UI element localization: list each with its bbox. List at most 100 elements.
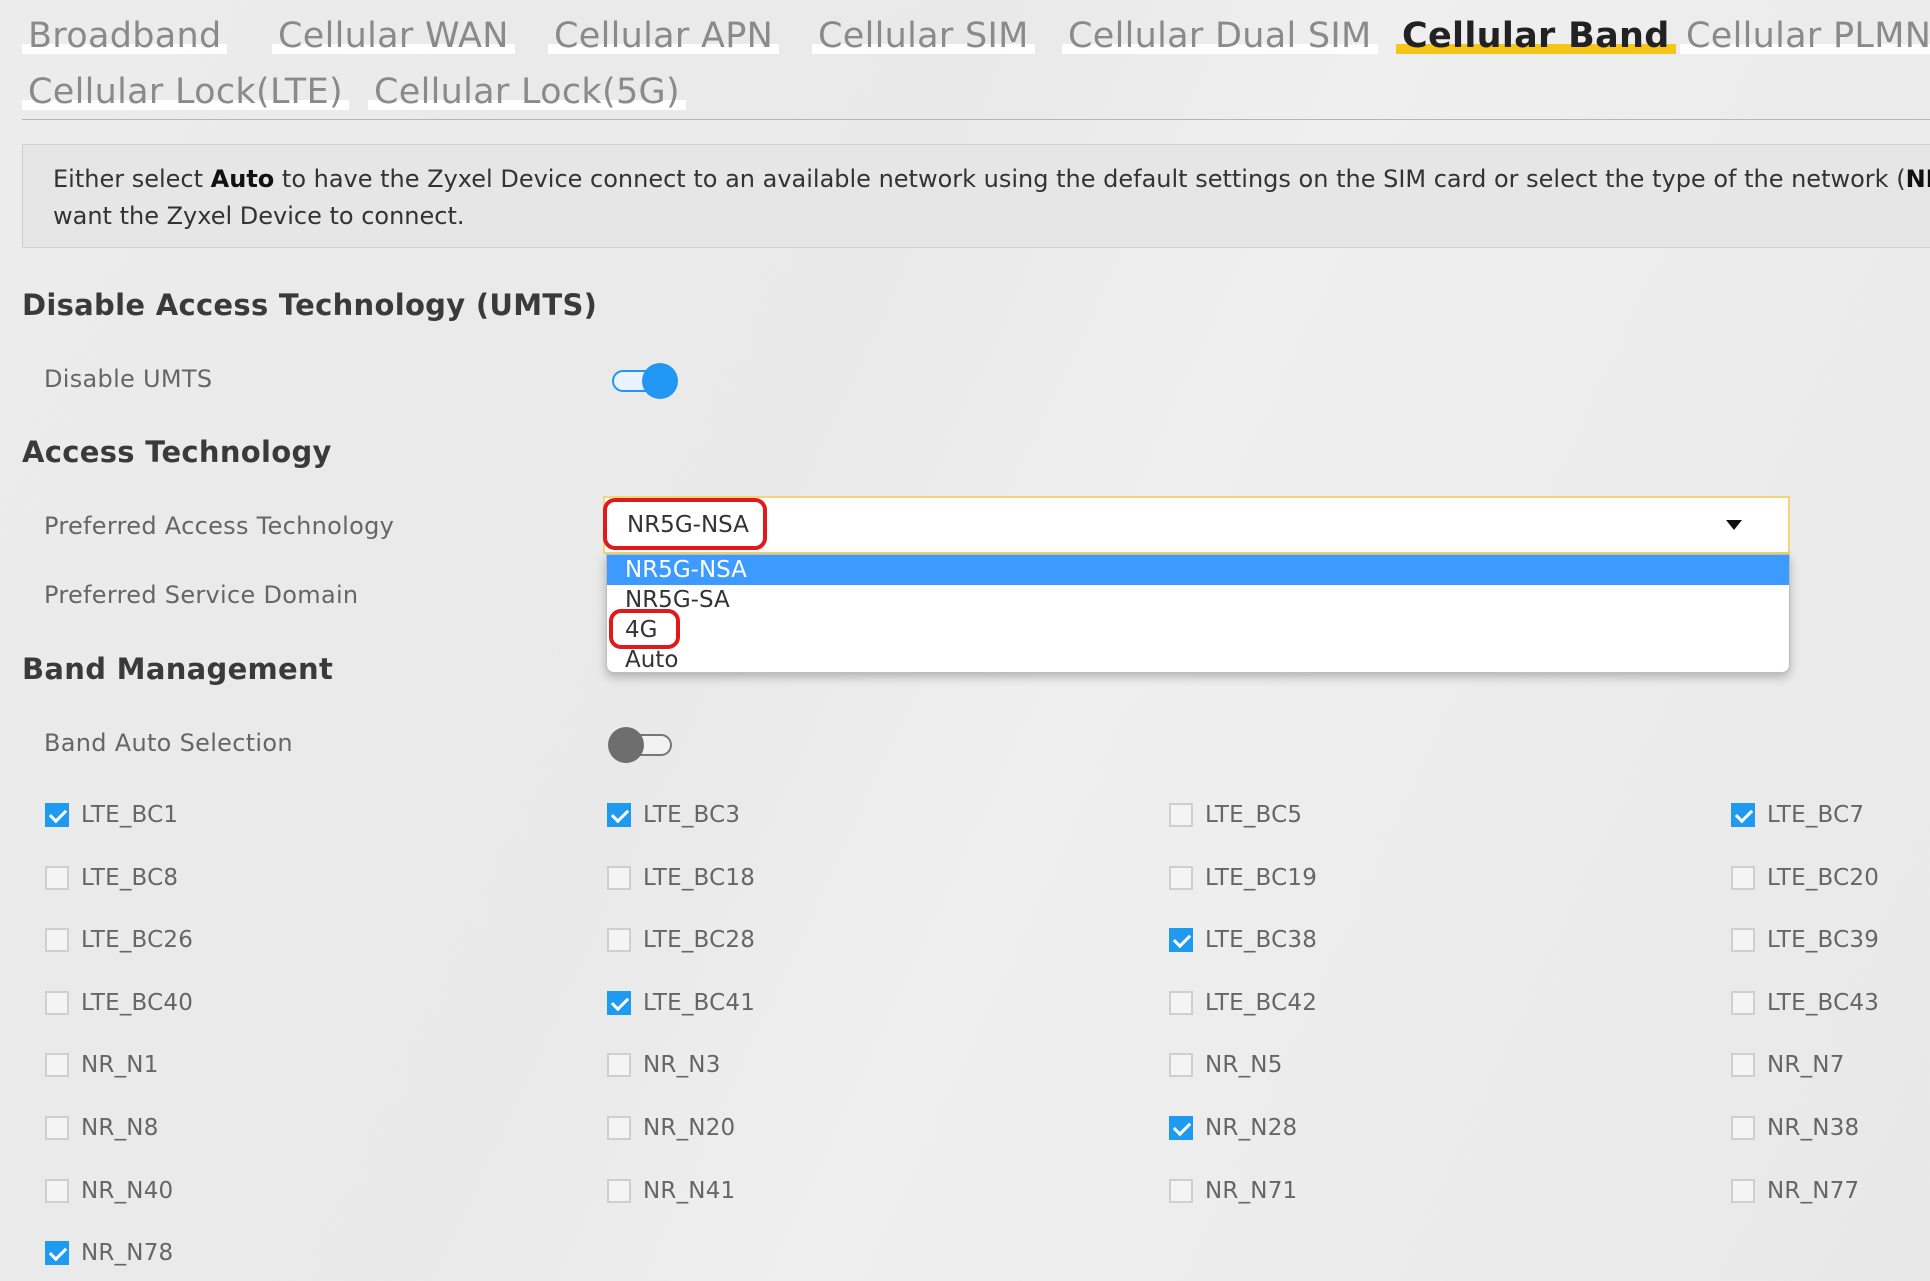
- checkbox-empty-icon[interactable]: [45, 865, 69, 890]
- checkbox-empty-icon[interactable]: [45, 990, 69, 1015]
- tab-cellular-band[interactable]: Cellular Band: [1396, 14, 1676, 58]
- tab-cellular-dual-sim[interactable]: Cellular Dual SIM: [1062, 14, 1378, 58]
- band-label: LTE_BC41: [643, 989, 756, 1016]
- option-nr5g-nsa[interactable]: NR5G-NSA: [607, 555, 1789, 585]
- band-label: NR_N3: [643, 1052, 721, 1079]
- checkbox-empty-icon[interactable]: [1731, 1116, 1755, 1140]
- tab-cellular-lock-5g[interactable]: Cellular Lock(5G): [368, 70, 686, 114]
- band-label: NR_N8: [81, 1115, 159, 1141]
- band-label: NR_N78: [81, 1240, 174, 1267]
- checkbox-empty-icon[interactable]: [1731, 1053, 1755, 1078]
- band-label: LTE_BC39: [1767, 927, 1880, 954]
- band-auto-selection-toggle[interactable]: [608, 727, 672, 763]
- tab-divider: [22, 119, 1930, 120]
- checkbox-empty-icon[interactable]: [45, 928, 69, 953]
- band-checkbox[interactable]: LTE_BC28: [607, 927, 755, 953]
- band-checkbox[interactable]: LTE_BC38: [1169, 927, 1317, 953]
- band-checkbox[interactable]: NR_N40: [45, 1178, 173, 1204]
- checkbox-empty-icon[interactable]: [1169, 803, 1193, 827]
- checkbox-checked-icon[interactable]: [45, 803, 69, 827]
- band-label: LTE_BC28: [643, 927, 756, 954]
- checkbox-empty-icon[interactable]: [45, 1178, 69, 1203]
- checkbox-checked-icon[interactable]: [1731, 803, 1755, 827]
- band-checkbox[interactable]: LTE_BC43: [1731, 990, 1879, 1016]
- band-label: NR_N20: [643, 1115, 736, 1141]
- band-checkbox[interactable]: NR_N7: [1731, 1052, 1845, 1078]
- annotation-highlight-selected: [603, 498, 767, 550]
- checkbox-empty-icon[interactable]: [607, 1178, 631, 1203]
- checkbox-empty-icon[interactable]: [607, 928, 631, 953]
- band-checkbox[interactable]: LTE_BC3: [607, 802, 740, 828]
- preferred-access-technology-label: Preferred Access Technology: [44, 512, 395, 540]
- band-label: NR_N41: [643, 1177, 736, 1204]
- band-auto-selection-label: Band Auto Selection: [44, 729, 293, 757]
- band-checkbox[interactable]: LTE_BC40: [45, 990, 193, 1016]
- checkbox-empty-icon[interactable]: [1731, 1178, 1755, 1203]
- checkbox-empty-icon[interactable]: [607, 1116, 631, 1140]
- checkbox-empty-icon[interactable]: [1169, 865, 1193, 890]
- band-checkbox[interactable]: NR_N20: [607, 1115, 735, 1141]
- tab-cellular-apn[interactable]: Cellular APN: [548, 14, 780, 58]
- disable-umts-toggle[interactable]: [612, 363, 678, 399]
- checkbox-empty-icon[interactable]: [1169, 1178, 1193, 1203]
- band-checkbox[interactable]: LTE_BC42: [1169, 990, 1317, 1016]
- band-label: LTE_BC1: [81, 802, 179, 828]
- checkbox-checked-icon[interactable]: [607, 990, 631, 1015]
- band-checkbox[interactable]: NR_N38: [1731, 1115, 1859, 1141]
- band-checkbox[interactable]: LTE_BC1: [45, 802, 178, 828]
- preferred-access-technology-select[interactable]: NR5G-NSA: [603, 496, 1790, 554]
- checkbox-empty-icon[interactable]: [607, 1053, 631, 1078]
- band-label: NR_N7: [1767, 1052, 1845, 1079]
- checkbox-empty-icon[interactable]: [1731, 865, 1755, 890]
- band-label: LTE_BC19: [1205, 864, 1318, 891]
- band-checkbox[interactable]: LTE_BC5: [1169, 802, 1302, 828]
- checkbox-empty-icon[interactable]: [45, 1116, 69, 1140]
- band-checkbox[interactable]: LTE_BC39: [1731, 927, 1879, 953]
- tab-broadband[interactable]: Broadband: [22, 14, 228, 58]
- band-checkbox[interactable]: NR_N77: [1731, 1178, 1859, 1204]
- option-nr5g-sa[interactable]: NR5G-SA: [607, 585, 1789, 615]
- band-checkbox[interactable]: NR_N8: [45, 1115, 159, 1141]
- band-label: NR_N77: [1767, 1177, 1860, 1204]
- checkbox-empty-icon[interactable]: [1169, 990, 1193, 1015]
- band-label: LTE_BC5: [1205, 802, 1303, 828]
- band-checkbox[interactable]: NR_N1: [45, 1052, 159, 1078]
- checkbox-checked-icon[interactable]: [1169, 928, 1193, 953]
- checkbox-empty-icon[interactable]: [1169, 1053, 1193, 1078]
- band-checkbox[interactable]: LTE_BC20: [1731, 865, 1879, 891]
- access-technology-title: Access Technology: [22, 435, 332, 469]
- checkbox-checked-icon[interactable]: [1169, 1116, 1193, 1140]
- checkbox-empty-icon[interactable]: [1731, 990, 1755, 1015]
- checkbox-checked-icon[interactable]: [45, 1241, 69, 1266]
- band-checkbox[interactable]: LTE_BC7: [1731, 802, 1864, 828]
- toggle-knob: [608, 727, 644, 763]
- band-checkbox[interactable]: NR_N78: [45, 1240, 173, 1266]
- checkbox-empty-icon[interactable]: [1731, 928, 1755, 953]
- annotation-highlight-4g: [609, 609, 680, 649]
- checkbox-empty-icon[interactable]: [607, 865, 631, 890]
- band-checkbox[interactable]: NR_N5: [1169, 1052, 1283, 1078]
- band-checkbox[interactable]: NR_N71: [1169, 1178, 1297, 1204]
- option-auto[interactable]: Auto: [607, 645, 1789, 672]
- tab-cellular-plmn[interactable]: Cellular PLMN: [1680, 14, 1930, 58]
- checkbox-checked-icon[interactable]: [607, 803, 631, 827]
- band-label: LTE_BC43: [1767, 989, 1880, 1016]
- option-4g[interactable]: 4G: [607, 615, 1789, 645]
- band-management-title: Band Management: [22, 652, 334, 686]
- tab-cellular-sim[interactable]: Cellular SIM: [812, 14, 1035, 58]
- band-label: NR_N5: [1205, 1052, 1283, 1079]
- band-checkbox[interactable]: LTE_BC41: [607, 990, 755, 1016]
- checkbox-empty-icon[interactable]: [45, 1053, 69, 1078]
- band-label: LTE_BC18: [643, 864, 756, 891]
- band-checkbox[interactable]: LTE_BC18: [607, 865, 755, 891]
- band-checkbox[interactable]: LTE_BC26: [45, 927, 193, 953]
- band-checkbox[interactable]: NR_N41: [607, 1178, 735, 1204]
- info-box: Either select Auto to have the Zyxel Dev…: [22, 144, 1930, 248]
- band-checkbox[interactable]: LTE_BC19: [1169, 865, 1317, 891]
- band-checkbox[interactable]: NR_N3: [607, 1052, 721, 1078]
- band-checkbox[interactable]: LTE_BC8: [45, 865, 178, 891]
- tab-cellular-lock-lte[interactable]: Cellular Lock(LTE): [22, 70, 349, 114]
- band-label: LTE_BC8: [81, 864, 179, 891]
- band-checkbox[interactable]: NR_N28: [1169, 1115, 1297, 1141]
- tab-cellular-wan[interactable]: Cellular WAN: [272, 14, 515, 58]
